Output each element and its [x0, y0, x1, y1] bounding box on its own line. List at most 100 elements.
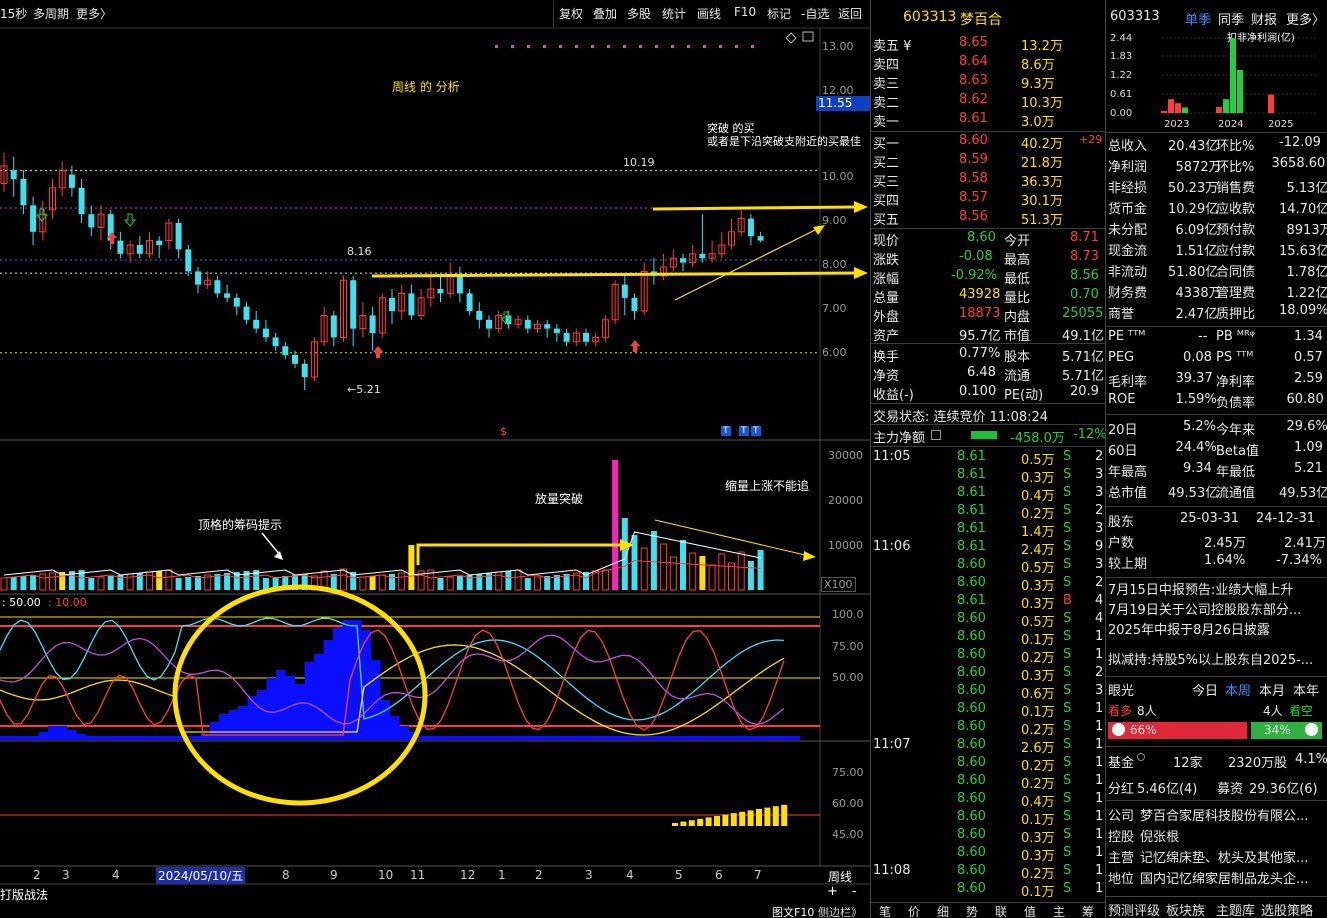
quote-tab[interactable]: 值 [1024, 903, 1036, 918]
eye-tab-month[interactable]: 本月 [1259, 680, 1285, 699]
bull-bar [1108, 722, 1248, 739]
tick-count: 1 [1095, 755, 1104, 770]
tab-yoy[interactable]: 同季 [1218, 9, 1244, 28]
shrink-note: 缩量上涨不能追 [725, 479, 810, 493]
quote-tab[interactable]: 细 [937, 903, 949, 918]
news-item[interactable]: 7月19日关于公司控股股东部分... [1108, 599, 1327, 618]
volume-tick: 10000 [828, 539, 863, 552]
quote-tab[interactable]: 势 [966, 903, 978, 918]
tick-side: B [1063, 593, 1072, 608]
overlay-button[interactable]: 叠加 [593, 5, 617, 22]
tab-report[interactable]: 财报 [1251, 9, 1277, 28]
momentum-bar [756, 809, 762, 826]
ask-row[interactable]: 卖二 8.62 10.3万 [871, 91, 1105, 111]
remove-watch-button[interactable]: -自选 [801, 5, 829, 22]
tick-row: 8.60 0.3万 S 2 [871, 574, 1105, 594]
ask-row[interactable]: 卖五 ¥ 8.65 13.2万 [871, 34, 1105, 54]
quote-tab[interactable]: 主 [1053, 903, 1065, 918]
tab-more[interactable]: 更多〉 [1286, 9, 1325, 28]
finance-row: 总市值 49.53亿 流通值 49.53亿 [1106, 481, 1327, 501]
company-row[interactable]: 地位 国内记忆绵家居制品龙头企... [1106, 867, 1327, 887]
tick-price: 8.60 [957, 665, 986, 680]
arrow-head [803, 551, 816, 561]
bid-row[interactable]: 买四 8.57 30.1万 [871, 189, 1105, 209]
quote-tab[interactable]: 联 [995, 903, 1007, 918]
finance-label: 现金流 [1108, 244, 1148, 259]
t-marker[interactable]: T [721, 426, 731, 436]
tab-quarter[interactable]: 单季 [1185, 9, 1211, 28]
company-row[interactable]: 公司 梦百合家居科技股份有限公... [1106, 804, 1327, 824]
mark-button[interactable]: 标记 [767, 5, 791, 22]
finance-label: 今年来 [1216, 423, 1256, 438]
ask-row[interactable]: 卖一 8.61 3.0万 [871, 110, 1105, 130]
zoom-out-button[interactable]: - [852, 884, 857, 899]
top-dot [527, 45, 530, 48]
net-inflow-value: -458.0万 [1010, 431, 1065, 446]
news-list[interactable]: 7月15日中报预告:业绩大幅上升 7月19日关于公司控股股东部分... 2025年中… [1106, 579, 1327, 675]
tick-list[interactable]: 11:05 8.61 0.5万 S 2 8.61 0.3万 S 3 8.61 0.4万 S 3 8.61 0… [871, 448, 1105, 900]
candle-body [30, 205, 37, 232]
date-tick: 3 [585, 868, 593, 882]
tick-row: 8.61 0.4万 S 3 [871, 484, 1105, 504]
news-item[interactable]: 2025年中报于8月26日披露 [1108, 619, 1327, 638]
holder-date: 25-03-31 [1180, 511, 1240, 526]
fuquan-button[interactable]: 复权 [559, 5, 583, 22]
t-marker[interactable]: T [739, 426, 749, 436]
sidebar-toggle[interactable]: 侧边栏》 [818, 904, 862, 918]
eye-tab-today[interactable]: 今日 [1192, 680, 1218, 699]
multi-stock-button[interactable]: 多股 [627, 5, 651, 22]
eye-tab-year[interactable]: 本年 [1293, 680, 1319, 699]
grid-icon[interactable] [931, 430, 941, 440]
f10-link[interactable]: 图文F10 [772, 904, 814, 918]
stat-label: PE(动) [1004, 388, 1044, 403]
candle-body [20, 179, 27, 206]
volume-unit[interactable]: X100 [821, 577, 856, 592]
finance-label: 未分配 [1108, 223, 1148, 238]
news-item[interactable]: 7月15日中报预告:业绩大幅上升 [1108, 579, 1327, 598]
finance-bottom-tab[interactable]: 板块族 [1166, 900, 1205, 918]
finance-bottom-tab[interactable]: 选股策略 [1261, 900, 1313, 918]
more-menu[interactable]: 更多〉 [76, 5, 112, 22]
news-item[interactable]: 拟减持:持股5%以上股东自2025-... [1108, 649, 1327, 668]
strategy-label[interactable]: 打版战法 [0, 886, 48, 903]
tick-price: 8.60 [957, 701, 986, 716]
quote-tab[interactable]: 价 [908, 903, 920, 918]
back-button[interactable]: 返回 [838, 5, 862, 22]
multi-period[interactable]: 多周期 [33, 5, 69, 22]
thumb-down-icon[interactable] [1305, 723, 1318, 736]
volume-bar [612, 460, 619, 590]
quote-tab[interactable]: 筹 [1082, 903, 1094, 918]
buy-arrow-icon [373, 346, 383, 358]
tick-row: 8.60 0.2万 S 1 [871, 754, 1105, 774]
bid-row[interactable]: 买五 8.56 51.3万 [871, 208, 1105, 228]
weekly-period-button[interactable]: 周线 [828, 868, 852, 885]
ask-row[interactable]: 卖四 8.64 8.6万 [871, 53, 1105, 73]
stock-terminal: 15秒 多周期 更多〉 复权 叠加 多股 统计 画线 F10 标记 -自选 返回… [0, 0, 1327, 918]
tick-count: 1 [1095, 827, 1104, 842]
company-row[interactable]: 控股 倪张根 [1106, 825, 1327, 845]
stat-label: 流通 [1004, 369, 1031, 384]
finance-bottom-tab[interactable]: 主题库 [1216, 900, 1255, 918]
tick-count: 3 [1095, 683, 1104, 698]
bid-row[interactable]: 买三 8.58 36.3万 [871, 170, 1105, 190]
stats-button[interactable]: 统计 [662, 5, 686, 22]
f10-button[interactable]: F10 [734, 5, 756, 19]
momentum-bar [781, 804, 788, 826]
bid-row[interactable]: 买一 8.60 40.2万 +29 [871, 132, 1105, 152]
finance-bottom-tab[interactable]: 预测评级 [1108, 900, 1160, 918]
zoom-in-button[interactable]: + [827, 884, 838, 899]
tick-price: 8.61 [957, 485, 986, 500]
thumb-up-icon[interactable] [1112, 723, 1125, 736]
quote-tab[interactable]: 笔 [879, 903, 891, 918]
company-row[interactable]: 主营 记忆绵床垫、枕头及其他家... [1106, 846, 1327, 866]
period-15s[interactable]: 15秒 [0, 5, 27, 22]
info-icon[interactable] [1137, 753, 1145, 761]
bid-row[interactable]: 买二 8.59 21.8万 [871, 151, 1105, 171]
volume-bar [708, 564, 716, 591]
volume-bar [601, 569, 609, 591]
draw-button[interactable]: 画线 [697, 5, 721, 22]
tick-row: 8.60 0.1万 S 1 [871, 700, 1105, 720]
ask-row[interactable]: 卖三 8.63 9.3万 [871, 72, 1105, 92]
t-marker[interactable]: T [751, 426, 761, 436]
eye-tab-week[interactable]: 本周 [1225, 680, 1251, 699]
